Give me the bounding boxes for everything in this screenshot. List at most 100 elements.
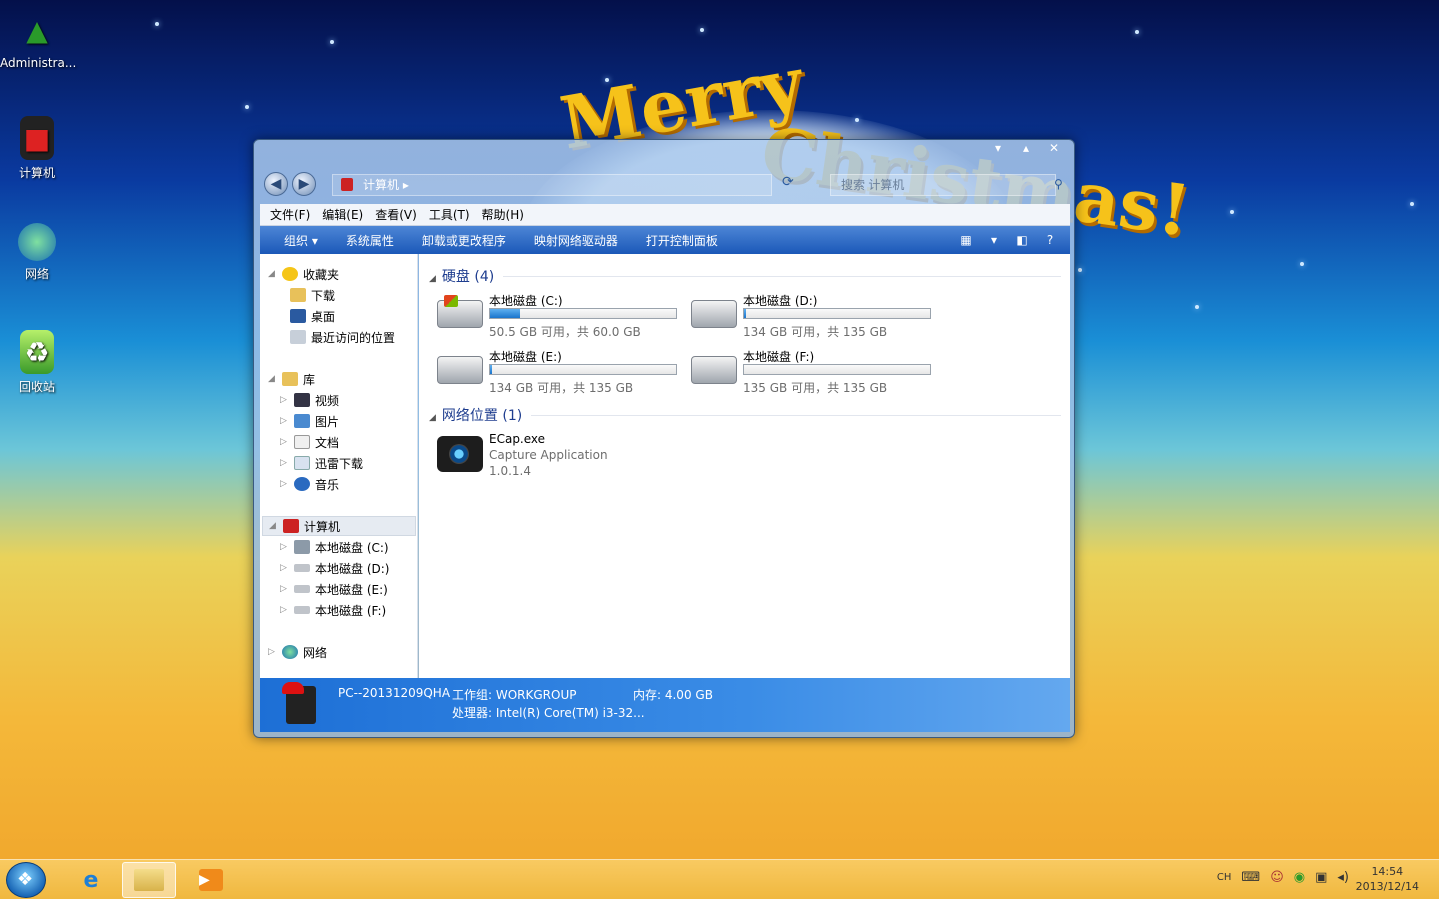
nav-label: 本地磁盘 (C:) [315, 540, 389, 555]
hard-drive-icon [691, 300, 737, 328]
group-divider [531, 415, 1061, 416]
app-name: ECap.exe [489, 432, 546, 446]
nav-item-drive-f[interactable]: ▷ 本地磁盘 (F:) [280, 600, 386, 620]
group-divider [503, 276, 1061, 277]
help-icon[interactable]: ? [1042, 233, 1058, 247]
volume-icon[interactable]: ◂) [1337, 870, 1349, 885]
pc-name: PC--20131209QHA [338, 686, 451, 700]
app-version: 1.0.1.4 [489, 464, 531, 478]
music-icon [294, 477, 310, 491]
security-icon[interactable]: ◉ [1294, 870, 1305, 885]
drive-d[interactable]: 本地磁盘 (D:) 134 GB 可用，共 135 GB [691, 292, 941, 342]
expand-icon: ▷ [280, 458, 287, 468]
group-header-hard-drives[interactable]: ◢ 硬盘 (4) [429, 266, 494, 286]
app-description: Capture Application [489, 448, 608, 462]
internet-explorer-icon: e [83, 867, 99, 893]
back-button[interactable]: ◀ [264, 172, 288, 196]
nav-label: 下载 [311, 288, 336, 303]
menu-view[interactable]: 查看(V) [369, 206, 423, 223]
nav-item-downloads[interactable]: 下载 [290, 285, 335, 305]
drive-c[interactable]: 本地磁盘 (C:) 50.5 GB 可用，共 60.0 GB [437, 292, 687, 342]
hard-drive-icon [294, 606, 310, 614]
nav-item-drive-c[interactable]: ▷ 本地磁盘 (C:) [280, 537, 389, 557]
network-icon[interactable]: ▣ [1315, 870, 1327, 885]
nav-label: 迅雷下载 [315, 456, 364, 471]
nav-label: 桌面 [311, 309, 336, 324]
nav-network[interactable]: ▷ 网络 [268, 642, 327, 662]
uninstall-program-button[interactable]: 卸载或更改程序 [408, 232, 520, 249]
desktop-icon-recycle-bin[interactable]: ♻ 回收站 [0, 330, 74, 395]
search-icon[interactable]: ⚲ [1054, 177, 1063, 191]
minimize-button[interactable]: ▾ [984, 140, 1012, 158]
taskbar-app-explorer[interactable] [122, 862, 176, 898]
expand-icon: ▷ [268, 647, 275, 657]
search-input[interactable] [830, 174, 1056, 196]
desktop-icon-label: Administra... [0, 56, 77, 70]
desktop-icon-administrator[interactable]: ▲ Administra... [0, 8, 77, 71]
nav-label: 网络 [303, 645, 328, 660]
globe-icon [18, 223, 56, 261]
nav-libraries[interactable]: ◢ 库 [268, 369, 315, 389]
group-header-network-locations[interactable]: ◢ 网络位置 (1) [429, 405, 522, 425]
preview-pane-icon[interactable]: ◧ [1014, 233, 1030, 247]
drive-name: 本地磁盘 (F:) [743, 350, 815, 364]
computer-icon: ■ [20, 116, 54, 160]
nav-item-recent-places[interactable]: 最近访问的位置 [290, 327, 395, 347]
close-button[interactable]: ✕ [1040, 140, 1068, 158]
address-bar[interactable]: 计算机 ▸ [332, 174, 772, 196]
expand-icon: ▷ [280, 563, 287, 573]
maximize-button[interactable]: ▴ [1012, 140, 1040, 158]
drive-usage-bar [489, 308, 677, 319]
explorer-window: ▾ ▴ ✕ ◀ ▶ 计算机 ▸ ⟳ ⚲ 文件(F) 编辑(E) 查看(V) 工具… [253, 139, 1075, 738]
organize-button[interactable]: 组织 ▾ [270, 232, 332, 249]
keyboard-icon[interactable]: ⌨ [1241, 870, 1260, 885]
star-icon [282, 267, 298, 281]
computer-icon [341, 178, 353, 191]
view-options-icon[interactable]: ▦ [958, 233, 974, 247]
nav-item-drive-e[interactable]: ▷ 本地磁盘 (E:) [280, 579, 388, 599]
start-button[interactable] [6, 862, 46, 898]
expand-icon: ◢ [268, 374, 275, 384]
users-icon[interactable]: ☺ [1270, 870, 1284, 885]
forward-button[interactable]: ▶ [292, 172, 316, 196]
language-indicator[interactable]: CH [1217, 872, 1232, 883]
desktop-icon-label: 网络 [24, 267, 49, 281]
media-player-icon: ▶ [199, 869, 223, 891]
nav-item-drive-d[interactable]: ▷ 本地磁盘 (D:) [280, 558, 389, 578]
nav-favorites[interactable]: ◢ 收藏夹 [268, 264, 339, 284]
desktop-icon-network[interactable]: 网络 [0, 223, 74, 282]
menu-edit[interactable]: 编辑(E) [316, 206, 369, 223]
nav-item-documents[interactable]: ▷ 文档 [280, 432, 339, 452]
nav-item-xunlei-downloads[interactable]: ▷ 迅雷下载 [280, 453, 363, 473]
menu-tools[interactable]: 工具(T) [423, 206, 476, 223]
menu-help[interactable]: 帮助(H) [476, 206, 530, 223]
hard-drive-icon [294, 564, 310, 572]
nav-item-pictures[interactable]: ▷ 图片 [280, 411, 339, 431]
network-icon [282, 645, 298, 659]
nav-computer[interactable]: ◢ 计算机 [262, 516, 416, 536]
chevron-down-icon[interactable]: ▾ [986, 233, 1002, 247]
clock-time: 14:54 [1371, 865, 1404, 878]
hard-drive-icon [691, 356, 737, 384]
refresh-icon[interactable]: ⟳ [782, 174, 794, 190]
drive-f[interactable]: 本地磁盘 (F:) 135 GB 可用，共 135 GB [691, 348, 941, 398]
drive-usage-fill [490, 309, 520, 318]
expand-icon: ▷ [280, 416, 287, 426]
nav-item-videos[interactable]: ▷ 视频 [280, 390, 339, 410]
nav-item-desktop[interactable]: 桌面 [290, 306, 335, 326]
taskbar-app-media-player[interactable]: ▶ [184, 862, 238, 898]
nav-label: 图片 [315, 414, 340, 429]
nav-item-music[interactable]: ▷ 音乐 [280, 474, 339, 494]
expand-icon: ▷ [280, 479, 287, 489]
open-control-panel-button[interactable]: 打开控制面板 [632, 232, 732, 249]
christmas-tree-icon: ▲ [26, 13, 48, 47]
taskbar-app-internet-explorer[interactable]: e [64, 862, 118, 898]
nav-label: 库 [303, 372, 316, 387]
desktop-icon-computer[interactable]: ■ 计算机 [0, 116, 74, 181]
drive-e[interactable]: 本地磁盘 (E:) 134 GB 可用，共 135 GB [437, 348, 687, 398]
map-network-drive-button[interactable]: 映射网络驱动器 [520, 232, 632, 249]
menu-file[interactable]: 文件(F) [264, 206, 316, 223]
network-item-ecap[interactable]: ECap.exe Capture Application 1.0.1.4 [435, 432, 735, 482]
system-properties-button[interactable]: 系统属性 [332, 232, 408, 249]
clock[interactable]: 14:54 2013/12/14 [1356, 864, 1419, 894]
